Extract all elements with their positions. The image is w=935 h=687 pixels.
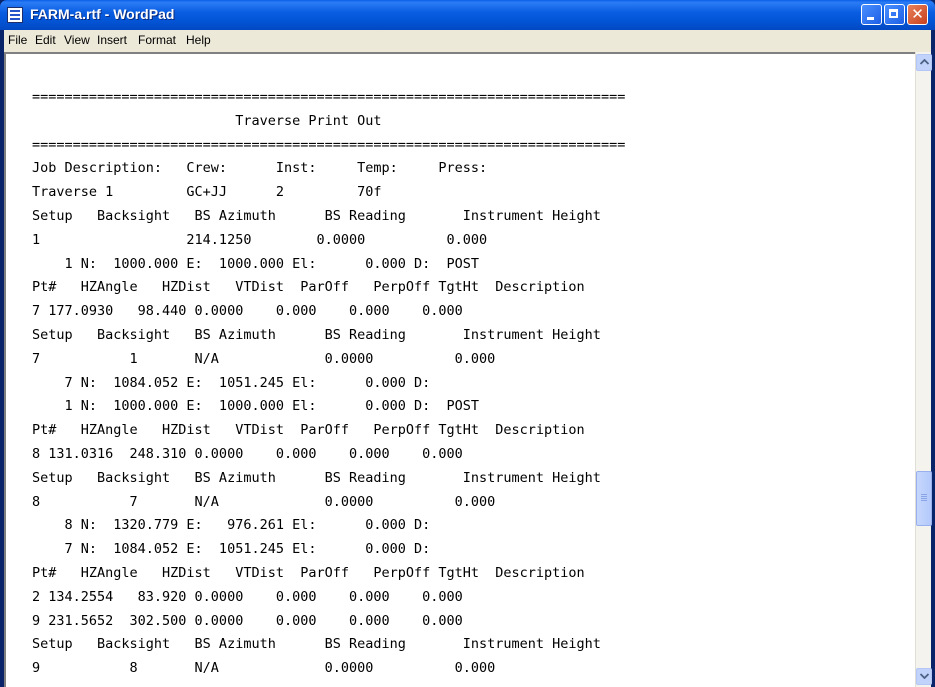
scroll-down-arrow-icon: [920, 673, 929, 679]
scroll-up-button[interactable]: [916, 54, 932, 71]
document-line: Setup Backsight BS Azimuth BS Reading In…: [32, 207, 601, 224]
close-button[interactable]: ✕: [907, 4, 928, 25]
menu-bar: File Edit View Insert Format Help: [4, 30, 931, 52]
menu-format[interactable]: Format: [138, 33, 176, 47]
document-line: Job Description: Crew: Inst: Temp: Press…: [32, 160, 488, 177]
document-line: 9 231.5652 302.500 0.0000 0.000 0.000 0.…: [32, 612, 463, 629]
menu-insert[interactable]: Insert: [97, 33, 127, 47]
menu-view[interactable]: View: [64, 33, 90, 47]
document-line: 9 8 N/A 0.0000 0.000: [32, 660, 496, 677]
document-line: 1 N: 1000.000 E: 1000.000 El: 0.000 D: P…: [32, 255, 480, 272]
wordpad-app-icon[interactable]: [7, 7, 23, 23]
document-line: Traverse 1 GC+JJ 2 70f: [32, 184, 382, 201]
scroll-down-button[interactable]: [916, 668, 932, 685]
document-line: Setup Backsight BS Azimuth BS Reading In…: [32, 636, 601, 653]
client-area: ========================================…: [4, 52, 932, 687]
document-line: 1 N: 1000.000 E: 1000.000 El: 0.000 D: P…: [32, 398, 480, 415]
document-line: 2 134.2554 83.920 0.0000 0.000 0.000 0.0…: [32, 588, 463, 605]
document-line: Pt# HZAngle HZDist VTDist ParOff PerpOff…: [32, 422, 585, 439]
document-line: ========================================…: [32, 89, 626, 105]
document-lines: ========================================…: [32, 86, 625, 681]
scrollbar-thumb[interactable]: [916, 471, 932, 526]
document-line: 8 131.0316 248.310 0.0000 0.000 0.000 0.…: [32, 445, 463, 462]
wordpad-window: FARM-a.rtf - WordPad ✕ File Edit View In…: [0, 0, 935, 687]
document-line: 1 214.1250 0.0000 0.000: [32, 231, 488, 248]
maximize-button[interactable]: [884, 4, 905, 25]
document-line: ========================================…: [32, 136, 626, 153]
menu-help[interactable]: Help: [186, 33, 211, 47]
document-line: 7 N: 1084.052 E: 1051.245 El: 0.000 D:: [32, 374, 431, 391]
document-line: Pt# HZAngle HZDist VTDist ParOff PerpOff…: [32, 279, 585, 296]
title-bar[interactable]: FARM-a.rtf - WordPad ✕: [0, 0, 935, 30]
document-line: Setup Backsight BS Azimuth BS Reading In…: [32, 326, 601, 343]
window-title: FARM-a.rtf - WordPad: [30, 6, 175, 22]
menu-file[interactable]: File: [8, 33, 27, 47]
document-line: 8 N: 1320.779 E: 976.261 El: 0.000 D:: [32, 517, 431, 534]
close-icon: ✕: [911, 5, 924, 23]
document-line: 7 1 N/A 0.0000 0.000: [32, 350, 496, 367]
document-line: Pt# HZAngle HZDist VTDist ParOff PerpOff…: [32, 564, 585, 581]
document-line: 7 177.0930 98.440 0.0000 0.000 0.000 0.0…: [32, 303, 463, 320]
vertical-scrollbar[interactable]: [915, 52, 932, 687]
menu-edit[interactable]: Edit: [35, 33, 56, 47]
scroll-up-arrow-icon: [920, 59, 929, 65]
document-line: 7 N: 1084.052 E: 1051.245 El: 0.000 D:: [32, 541, 431, 558]
document-line: Traverse Print Out: [32, 112, 382, 129]
document-line: Setup Backsight BS Azimuth BS Reading In…: [32, 469, 601, 486]
document-text-area[interactable]: ========================================…: [4, 52, 915, 687]
minimize-button[interactable]: [861, 4, 882, 25]
document-line: 8 7 N/A 0.0000 0.000: [32, 493, 496, 510]
